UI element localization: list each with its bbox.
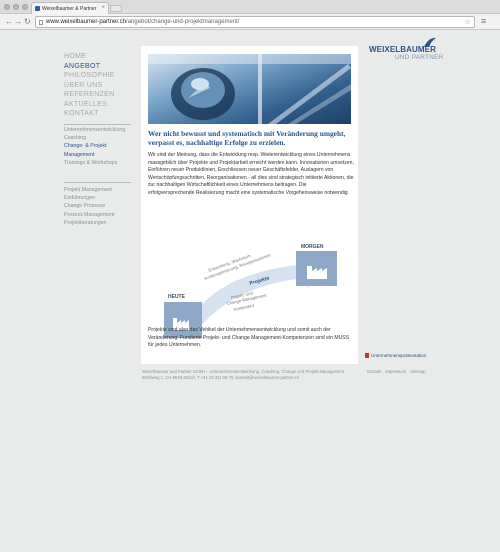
heute-label: HEUTE	[168, 294, 186, 300]
forward-arrow-icon[interactable]: →	[14, 17, 22, 26]
footer-links: Kontakt Impressum Sitemap	[367, 369, 429, 374]
reload-icon[interactable]: ↻	[24, 17, 31, 26]
lower-text-3: Kompetenz	[233, 303, 255, 312]
morgen-label: MORGEN	[301, 244, 324, 250]
footer-link-sitemap[interactable]: Sitemap	[410, 369, 425, 374]
browser-toolbar: ← → ↻ www.weixelbaumer-partner.ch/angebo…	[0, 14, 500, 30]
nav-item-home[interactable]: HOME	[64, 52, 115, 62]
nav-divider	[64, 124, 131, 125]
url-path: /angebot/change-und-projektmanagement/	[126, 19, 240, 25]
bookmark-star-icon[interactable]: ☆	[464, 17, 471, 26]
subnav-item-change-projekt[interactable]: Change- & Projekt	[64, 142, 125, 150]
sub-navigation: Unternehmensentwicklung Coaching Change-…	[64, 126, 125, 167]
topic-item-einfuehrungen[interactable]: Einführungen	[64, 194, 114, 202]
footer-address: Weixelbaumer und Partner GmbH – Unterneh…	[142, 369, 372, 380]
footer-link-kontakt[interactable]: Kontakt	[367, 369, 381, 374]
logo-line-2: UND PARTNER	[395, 54, 444, 61]
subnav-item-management[interactable]: Management	[64, 151, 125, 159]
main-navigation: HOME ANGEBOT PHILOSOPHIE ÜBER UNS REFERE…	[64, 52, 115, 119]
address-bar[interactable]: www.weixelbaumer-partner.ch/angebot/chan…	[35, 16, 475, 28]
subnav-item-trainings[interactable]: Trainings & Workshops	[64, 159, 125, 167]
favicon-icon	[35, 6, 40, 11]
topic-item-prozess-management[interactable]: Prozess Management	[64, 211, 114, 219]
minimize-window-button[interactable]	[13, 4, 19, 10]
footer-link-impressum[interactable]: Impressum	[385, 369, 406, 374]
nav-item-angebot[interactable]: ANGEBOT	[64, 62, 115, 72]
nav-item-ueber-uns[interactable]: ÜBER UNS	[64, 81, 115, 91]
subnav-item-unternehmensentwicklung[interactable]: Unternehmensentwicklung	[64, 126, 125, 134]
subnav-item-coaching[interactable]: Coaching	[64, 134, 125, 142]
zoom-window-button[interactable]	[22, 4, 28, 10]
page-icon	[39, 20, 43, 25]
compass-photo	[148, 54, 351, 124]
browser-menu-icon[interactable]: ≡	[481, 16, 491, 27]
browser-window: Weixelbaumer & Partner × ← → ↻ www.weixe…	[0, 0, 500, 552]
nav-item-aktuelles[interactable]: AKTUELLES	[64, 100, 115, 110]
logo-line-1: WEIXELBAUMER	[369, 45, 436, 54]
closing-paragraph: Projekte sind also das Vehikel der Unter…	[148, 327, 350, 349]
presentation-link[interactable]: Unternehmenspräsentation	[365, 353, 426, 358]
close-window-button[interactable]	[4, 4, 10, 10]
tab-bar: Weixelbaumer & Partner ×	[0, 0, 500, 14]
presentation-label: Unternehmenspräsentation	[371, 353, 427, 358]
footer-line-1: Weixelbaumer und Partner GmbH – Unterneh…	[142, 369, 344, 374]
nav-item-referenzen[interactable]: REFERENZEN	[64, 90, 115, 100]
browser-tab[interactable]: Weixelbaumer & Partner ×	[31, 2, 109, 14]
nav-item-philosophie[interactable]: PHILOSOPHIE	[64, 71, 115, 81]
nav-item-kontakt[interactable]: KONTAKT	[64, 109, 115, 119]
back-arrow-icon[interactable]: ←	[5, 17, 13, 26]
topic-navigation: Projekt Management Einführungen Change P…	[64, 186, 114, 227]
page-headline: Wer nicht bewusst und systematisch mit V…	[148, 129, 346, 147]
url-host: www.weixelbaumer-partner.ch	[46, 19, 127, 25]
pdf-icon	[365, 353, 369, 358]
company-logo[interactable]: WEIXELBAUMER UND PARTNER	[369, 36, 444, 66]
tab-title: Weixelbaumer & Partner	[42, 6, 97, 12]
topic-item-change-prozesse[interactable]: Change Prozesse	[64, 202, 114, 210]
footer-line-2: Brühlweg 1, CH-8049 Zürich, T +41 43 311…	[142, 374, 300, 380]
new-tab-button[interactable]	[110, 5, 122, 12]
subnav-divider	[64, 182, 131, 183]
intro-paragraph: Wir sind der Meinung, dass die Entwicklu…	[148, 152, 354, 196]
topic-item-projekt-management[interactable]: Projekt Management	[64, 186, 114, 194]
close-tab-icon[interactable]: ×	[101, 5, 105, 11]
content-panel: Wer nicht bewusst und systematisch mit V…	[141, 46, 358, 364]
topic-item-projektberatungen[interactable]: Projektberatungen	[64, 219, 114, 227]
hero-image	[148, 54, 351, 124]
